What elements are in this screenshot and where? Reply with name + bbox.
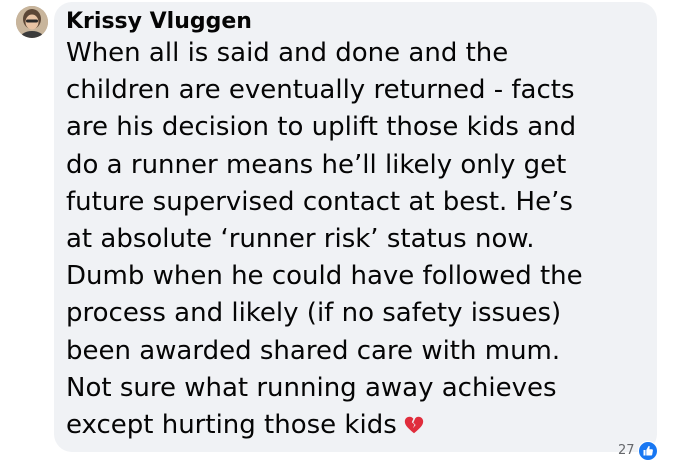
comment-line: are his decision to uplift those kids an… [66,112,577,143]
comment-author[interactable]: Krissy Vluggen [66,9,252,35]
reaction-summary[interactable]: 27 [618,440,658,462]
like-icon [637,441,658,461]
comment-line: been awarded shared care with mum. [66,335,561,366]
comment: Krissy Vluggen When all is said and done… [0,0,700,463]
comment-line: process and likely (if no safety issues) [66,298,562,329]
reaction-count: 27 [618,443,635,458]
comment-last-line: except hurting those kids [66,407,651,447]
comment-bubble: Krissy Vluggen When all is said and done… [54,2,657,452]
comment-line: except hurting those kids [66,410,397,441]
comment-line: children are eventually returned - facts [66,75,575,106]
comment-line: at absolute ‘runner risk’ status now. [66,224,535,255]
comment-line: Dumb when he could have followed the [66,261,583,292]
comment-line: Not sure what running away achieves [66,372,557,403]
avatar[interactable] [16,6,48,38]
comment-text: When all is said and done and the childr… [66,35,651,447]
comment-line: do a runner means he’ll likely only get [66,149,567,180]
comment-line: future supervised contact at best. He’s [66,186,573,217]
comment-line: When all is said and done and the [66,38,509,68]
broken-heart-icon [403,410,425,447]
avatar-image [16,6,48,38]
